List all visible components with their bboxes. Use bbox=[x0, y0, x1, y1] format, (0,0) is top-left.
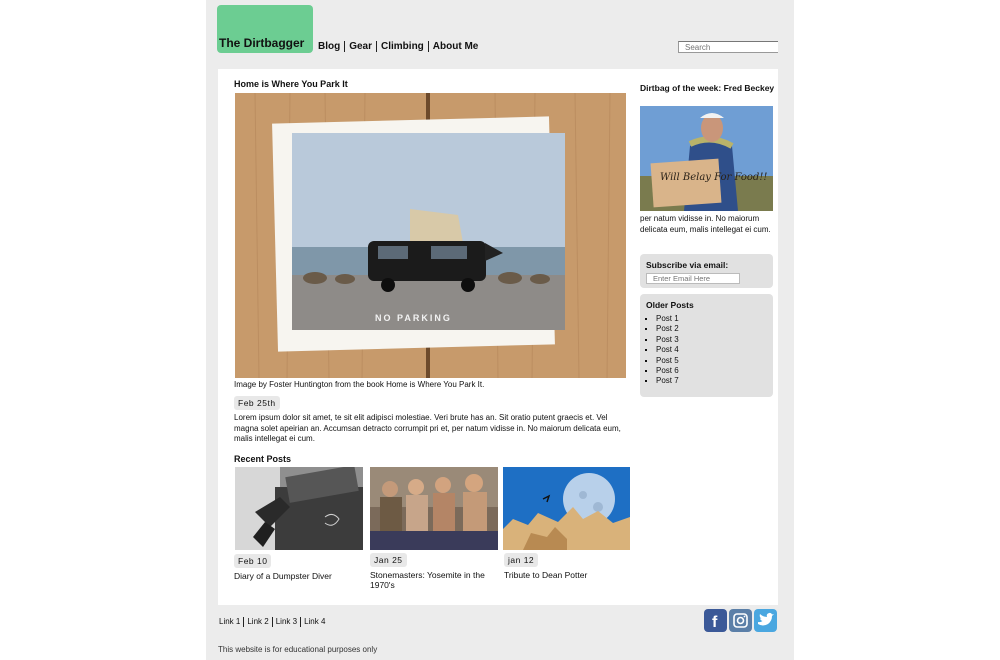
post-body: Lorem ipsum dolor sit amet, te sit elit … bbox=[234, 413, 621, 443]
image-caption: Image by Foster Huntington from the book… bbox=[234, 380, 485, 389]
twitter-icon[interactable] bbox=[754, 609, 777, 632]
recent-thumb-dean-potter[interactable] bbox=[503, 467, 630, 550]
recent-date-3: jan 12 bbox=[504, 553, 539, 567]
post-date: Feb 25th bbox=[234, 396, 280, 410]
older-post-item[interactable]: Post 2 bbox=[656, 324, 679, 334]
subscribe-box: Subscribe via email: bbox=[640, 254, 773, 288]
site-logo[interactable]: The Dirtbagger bbox=[217, 5, 313, 53]
recent-title-2[interactable]: Stonemasters: Yosemite in the 1970's bbox=[370, 570, 494, 590]
footer-link-3[interactable]: Link 3 bbox=[273, 617, 302, 627]
nav-gear[interactable]: Gear bbox=[345, 41, 378, 52]
older-post-item[interactable]: Post 5 bbox=[656, 356, 679, 366]
nav-climbing[interactable]: Climbing bbox=[377, 41, 429, 52]
recent-posts-heading: Recent Posts bbox=[234, 454, 292, 464]
no-parking-text: NO PARKING bbox=[375, 313, 452, 323]
older-posts-box: Older Posts Post 1 Post 2 Post 3 Post 4 … bbox=[640, 294, 773, 397]
post-title[interactable]: Home is Where You Park It bbox=[234, 79, 348, 89]
sign-line-1: Will Belay For Food!! bbox=[660, 172, 767, 183]
footer-note: This website is for educational purposes… bbox=[218, 645, 378, 654]
search-input[interactable] bbox=[678, 41, 778, 53]
svg-text:f: f bbox=[712, 614, 718, 631]
fred-beckey-image: Will Belay For Food!! bbox=[640, 106, 773, 211]
footer-links: Link 1 Link 2 Link 3 Link 4 bbox=[219, 617, 328, 627]
older-post-item[interactable]: Post 7 bbox=[656, 376, 679, 386]
facebook-icon[interactable]: f bbox=[704, 609, 727, 632]
nav-blog[interactable]: Blog bbox=[318, 41, 346, 52]
older-posts-title: Older Posts bbox=[646, 300, 694, 310]
older-post-item[interactable]: Post 4 bbox=[656, 345, 679, 355]
recent-date-1: Feb 10 bbox=[234, 554, 272, 568]
older-post-item[interactable]: Post 1 bbox=[656, 314, 679, 324]
older-post-item[interactable]: Post 3 bbox=[656, 335, 679, 345]
older-post-item[interactable]: Post 6 bbox=[656, 366, 679, 376]
footer-link-1[interactable]: Link 1 bbox=[219, 617, 245, 627]
email-field[interactable] bbox=[646, 273, 740, 284]
hero-image: NO PARKING bbox=[235, 93, 626, 378]
dirtbag-of-week-title: Dirtbag of the week: Fred Beckey bbox=[640, 83, 775, 93]
recent-thumb-stonemasters[interactable] bbox=[370, 467, 498, 550]
recent-title-1[interactable]: Diary of a Dumpster Diver bbox=[234, 571, 358, 581]
instagram-icon[interactable] bbox=[729, 609, 752, 632]
main-content: Home is Where You Park It NO PARKING Ima… bbox=[218, 69, 778, 605]
recent-date-2: Jan 25 bbox=[370, 553, 407, 567]
logo-text: The Dirtbagger bbox=[219, 36, 305, 50]
footer-link-2[interactable]: Link 2 bbox=[244, 617, 273, 627]
footer-link-4[interactable]: Link 4 bbox=[301, 617, 328, 627]
older-posts-list: Post 1 Post 2 Post 3 Post 4 Post 5 Post … bbox=[656, 314, 679, 387]
dirtbag-description: per natum vidisse in. No maiorum delicat… bbox=[640, 214, 771, 234]
subscribe-title: Subscribe via email: bbox=[646, 260, 729, 270]
nav-about-me[interactable]: About Me bbox=[429, 41, 483, 52]
main-nav: Blog Gear Climbing About Me bbox=[318, 41, 482, 52]
recent-title-3[interactable]: Tribute to Dean Potter bbox=[504, 570, 628, 580]
page-container: The Dirtbagger Blog Gear Climbing About … bbox=[206, 0, 794, 660]
recent-thumb-dumpster[interactable] bbox=[235, 467, 363, 550]
